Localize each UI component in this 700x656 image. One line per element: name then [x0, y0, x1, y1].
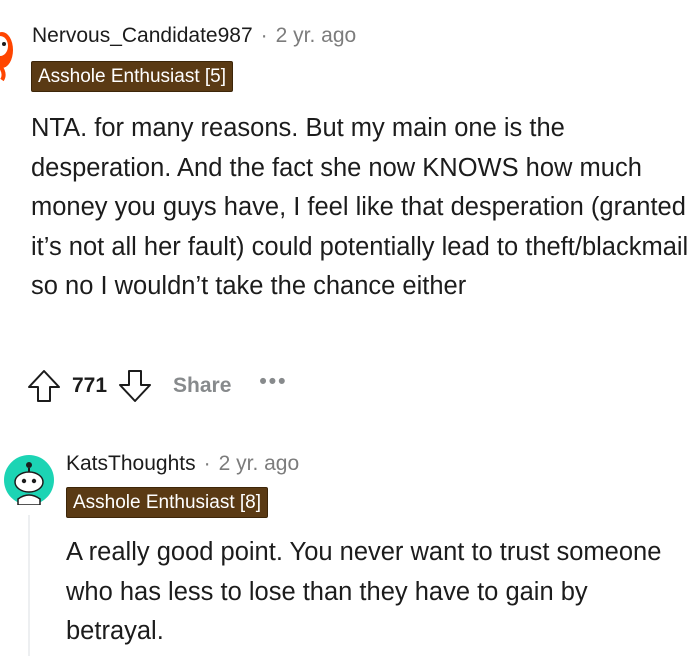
comment-header: Nervous_Candidate987 · 2 yr. ago — [32, 24, 356, 48]
separator-dot: · — [203, 452, 211, 475]
timestamp[interactable]: 2 yr. ago — [219, 452, 300, 476]
upvote-icon[interactable] — [26, 368, 62, 404]
comment: Nervous_Candidate987 · 2 yr. ago Asshole… — [0, 0, 700, 420]
username-link[interactable]: Nervous_Candidate987 — [32, 24, 253, 48]
thread-line[interactable] — [28, 515, 30, 656]
comment-body: NTA. for many reasons. But my main one i… — [31, 114, 689, 300]
user-flair: Asshole Enthusiast [8] — [66, 487, 268, 518]
comment-action-bar: 771 Share ••• — [26, 368, 287, 404]
separator-dot: · — [260, 24, 268, 47]
reply-comment: KatsThoughts · 2 yr. ago Asshole Enthusi… — [0, 440, 700, 656]
user-flair: Asshole Enthusiast [5] — [31, 61, 233, 92]
snoo-avatar-icon — [4, 455, 54, 506]
snoo-avatar-icon — [0, 32, 13, 82]
more-options-icon[interactable]: ••• — [259, 370, 287, 394]
comment-body: A really good point. You never want to t… — [66, 538, 662, 645]
share-button[interactable]: Share — [173, 374, 231, 398]
vote-score: 771 — [72, 374, 108, 397]
comment-header: KatsThoughts · 2 yr. ago — [66, 452, 299, 476]
timestamp[interactable]: 2 yr. ago — [276, 24, 357, 48]
username-link[interactable]: KatsThoughts — [66, 452, 196, 476]
avatar[interactable] — [0, 22, 14, 82]
avatar[interactable] — [4, 455, 54, 506]
downvote-icon[interactable] — [117, 368, 153, 404]
